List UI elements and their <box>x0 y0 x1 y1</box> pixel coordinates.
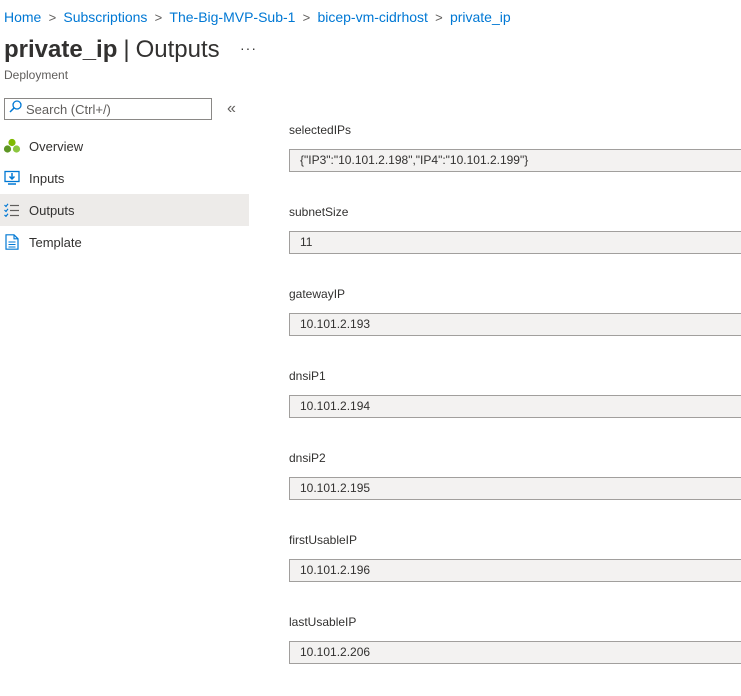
sidebar-item-overview[interactable]: Overview <box>0 130 249 162</box>
output-label: gatewayIP <box>289 287 346 301</box>
breadcrumb-separator: > <box>154 9 163 25</box>
collapse-sidebar-icon[interactable]: « <box>227 100 236 118</box>
outputs-icon <box>3 201 21 219</box>
output-field-firstusableip: firstUsableIP 10.101.2.196 <box>289 530 741 612</box>
sidebar-nav: Overview Inputs Outputs Template <box>0 130 249 258</box>
output-value[interactable]: 10.101.2.196 <box>289 559 741 582</box>
sidebar-item-outputs[interactable]: Outputs <box>0 194 249 226</box>
output-field-lastusableip: lastUsableIP 10.101.2.206 <box>289 612 741 694</box>
output-value[interactable]: {"IP3":"10.101.2.198","IP4":"10.101.2.19… <box>289 149 741 172</box>
output-value[interactable]: 10.101.2.195 <box>289 477 741 500</box>
sidebar-item-label: Inputs <box>29 170 65 186</box>
more-options-icon[interactable]: ··· <box>240 40 257 56</box>
breadcrumb-home[interactable]: Home <box>4 9 41 25</box>
output-label: dnsiP2 <box>289 451 326 465</box>
template-icon <box>3 233 21 251</box>
sidebar-item-label: Template <box>29 234 82 250</box>
page-subtitle: Deployment <box>4 68 69 82</box>
output-value[interactable]: 10.101.2.193 <box>289 313 741 336</box>
output-label: firstUsableIP <box>289 533 358 547</box>
output-value[interactable]: 11 <box>289 231 741 254</box>
breadcrumb-separator: > <box>48 9 57 25</box>
search-input[interactable] <box>22 101 206 117</box>
page-title-resource: private_ip <box>4 36 118 63</box>
sidebar-item-inputs[interactable]: Inputs <box>0 162 249 194</box>
output-label: selectedIPs <box>289 123 352 137</box>
sidebar-item-label: Overview <box>29 138 84 154</box>
breadcrumb-deployment[interactable]: private_ip <box>450 9 511 25</box>
outputs-panel: selectedIPs {"IP3":"10.101.2.198","IP4":… <box>289 120 741 694</box>
sidebar-item-label: Outputs <box>29 202 75 218</box>
output-field-dnsip1: dnsiP1 10.101.2.194 <box>289 366 741 448</box>
output-field-selectedips: selectedIPs {"IP3":"10.101.2.198","IP4":… <box>289 120 741 202</box>
breadcrumb-subscriptions[interactable]: Subscriptions <box>63 9 147 25</box>
breadcrumb: Home > Subscriptions > The-Big-MVP-Sub-1… <box>4 9 511 25</box>
page-title-section: Outputs <box>135 36 220 63</box>
page-title-separator: | <box>123 36 130 63</box>
breadcrumb-resource-group[interactable]: bicep-vm-cidrhost <box>317 9 427 25</box>
output-value[interactable]: 10.101.2.194 <box>289 395 741 418</box>
output-label: dnsiP1 <box>289 369 326 383</box>
output-label: subnetSize <box>289 205 349 219</box>
output-label: lastUsableIP <box>289 615 357 629</box>
inputs-icon <box>3 169 21 187</box>
sidebar-item-template[interactable]: Template <box>0 226 249 258</box>
breadcrumb-separator: > <box>302 9 311 25</box>
output-value[interactable]: 10.101.2.206 <box>289 641 741 664</box>
search-icon <box>9 100 22 118</box>
output-field-dnsip2: dnsiP2 10.101.2.195 <box>289 448 741 530</box>
output-field-gatewayip: gatewayIP 10.101.2.193 <box>289 284 741 366</box>
output-field-subnetsize: subnetSize 11 <box>289 202 741 284</box>
breadcrumb-subscription[interactable]: The-Big-MVP-Sub-1 <box>169 9 295 25</box>
breadcrumb-separator: > <box>435 9 443 25</box>
overview-icon <box>3 137 21 155</box>
page-title: private_ip | Outputs <box>4 36 220 64</box>
search-box[interactable] <box>4 98 212 120</box>
